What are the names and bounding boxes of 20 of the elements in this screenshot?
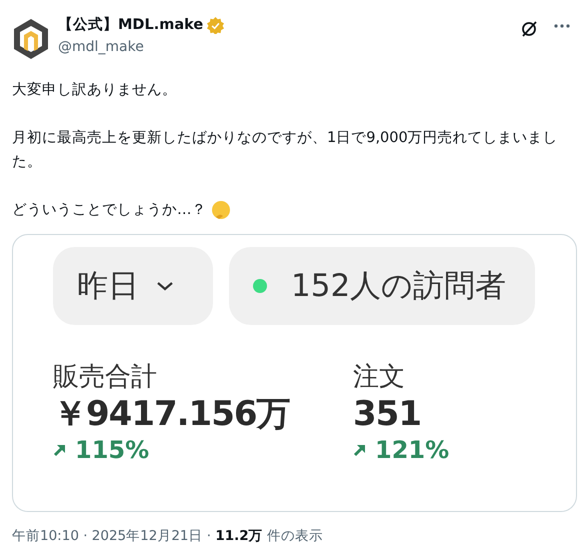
visitors-count: 152人の訪問者	[291, 266, 506, 306]
metric-value: ￥9417.156万	[53, 393, 291, 435]
trend-up-icon	[353, 443, 367, 457]
date-dropdown[interactable]: 昨日	[53, 247, 213, 325]
metric-change: 121%	[375, 435, 450, 465]
author-name[interactable]: 【公式】MDL.make	[58, 15, 204, 37]
chevron-down-icon	[155, 280, 175, 292]
post-text: 月初に最高売上を更新したばかりなのですが、1日で9,000万円売れてしまいました。	[12, 128, 559, 172]
trend-up-icon	[53, 443, 67, 457]
post-text: 大変申し訳ありません。	[12, 80, 178, 100]
metric-value: 351	[353, 393, 422, 435]
metric-label: 注文	[353, 361, 406, 393]
post-text: どういうことでしょうか…？	[12, 201, 206, 220]
metric-label: 販売合計	[53, 361, 158, 393]
logo-icon[interactable]	[12, 18, 50, 60]
post-meta: 午前10:10 · 2025年12月21日 · 11.2万 件の表示	[12, 527, 324, 546]
more-icon[interactable]	[554, 24, 570, 28]
metric-change: 115%	[75, 435, 150, 465]
status-dot-icon	[253, 279, 267, 293]
author-handle[interactable]: @mdl_make	[58, 36, 520, 58]
